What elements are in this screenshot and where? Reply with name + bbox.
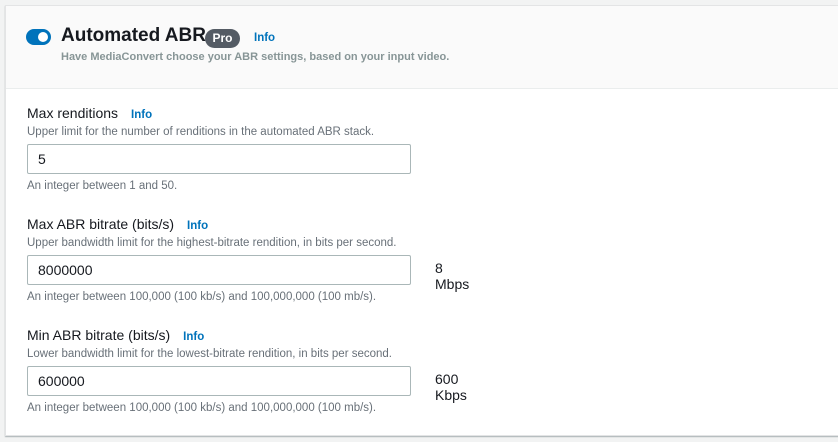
header-info-link[interactable]: Info xyxy=(254,32,275,44)
field-label: Max renditions xyxy=(27,105,119,121)
bitrate-readout: 600 Kbps xyxy=(435,371,467,403)
automated-abr-panel: Automated ABR Pro Info Have MediaConvert… xyxy=(5,5,838,436)
panel-header: Automated ABR Pro Info Have MediaConvert… xyxy=(6,6,838,89)
info-link[interactable]: Info xyxy=(131,109,152,121)
panel-title: Automated ABR xyxy=(61,25,206,46)
pro-badge: Pro xyxy=(205,29,240,48)
info-link[interactable]: Info xyxy=(183,331,204,343)
min-abr-bitrate-field: Min ABR bitrate (bits/s) Info Lower bandw… xyxy=(27,327,467,414)
automated-abr-toggle[interactable] xyxy=(26,29,51,45)
bitrate-readout: 8 Mbps xyxy=(435,260,470,292)
field-description: Lower bandwidth limit for the lowest-bit… xyxy=(27,348,392,360)
field-label: Min ABR bitrate (bits/s) xyxy=(27,327,171,343)
max-renditions-input[interactable] xyxy=(27,144,411,174)
max-renditions-field: Max renditions Info Upper limit for the n… xyxy=(27,105,411,192)
min-abr-bitrate-input[interactable] xyxy=(27,366,411,396)
field-description: Upper limit for the number of renditions… xyxy=(27,126,375,138)
field-hint: An integer between 1 and 50. xyxy=(27,180,178,192)
field-label: Max ABR bitrate (bits/s) xyxy=(27,216,175,232)
max-abr-bitrate-field: Max ABR bitrate (bits/s) Info Upper bandw… xyxy=(27,216,469,303)
field-description: Upper bandwidth limit for the highest-bi… xyxy=(27,237,397,249)
field-hint: An integer between 100,000 (100 kb/s) an… xyxy=(27,402,377,414)
info-link[interactable]: Info xyxy=(187,220,208,232)
panel-subtitle: Have MediaConvert choose your ABR settin… xyxy=(61,51,450,63)
field-hint: An integer between 100,000 (100 kb/s) an… xyxy=(27,291,377,303)
max-abr-bitrate-input[interactable] xyxy=(27,255,411,285)
